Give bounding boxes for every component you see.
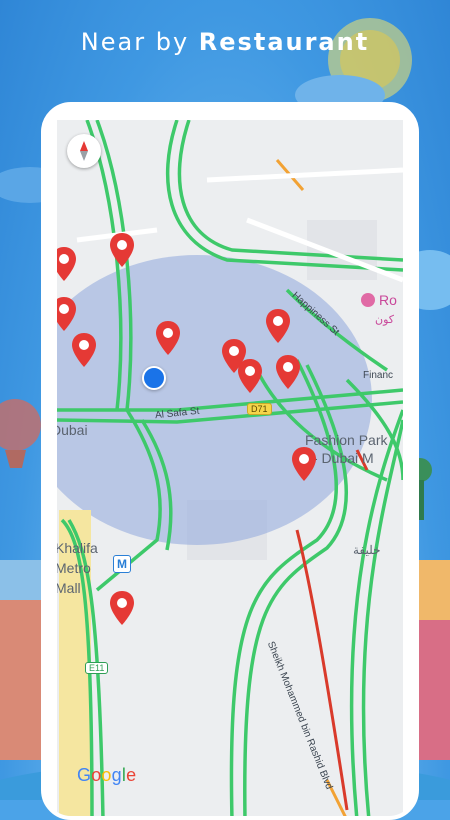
map-pin-icon[interactable] xyxy=(57,246,77,282)
headline: Near by Restaurant xyxy=(0,28,450,56)
map-pin-icon[interactable] xyxy=(155,320,181,356)
google-letter: o xyxy=(101,765,112,785)
map-pin-icon[interactable] xyxy=(109,232,135,268)
map-pin-icon[interactable] xyxy=(291,446,317,482)
compass-button[interactable] xyxy=(67,134,101,168)
map-pin-icon[interactable] xyxy=(237,358,263,394)
shield-e11: E11 xyxy=(85,662,109,674)
map-pin-icon[interactable] xyxy=(57,296,77,332)
phone-frame: Fashion Park - Dubai M Dubai Khalifa Met… xyxy=(41,102,419,820)
google-attribution: Google xyxy=(77,765,136,786)
map-pin-icon[interactable] xyxy=(109,590,135,626)
headline-prefix: Near by xyxy=(80,28,190,56)
label-fashion-park: Fashion Park xyxy=(305,432,388,448)
label-metro: Metro xyxy=(57,560,91,576)
map-pin-icon[interactable] xyxy=(71,332,97,368)
label-mall: Mall xyxy=(57,580,81,596)
compass-icon xyxy=(80,141,88,161)
label-ro: Ro xyxy=(379,292,397,308)
google-letter: e xyxy=(126,765,137,785)
road-financial: Financ xyxy=(363,370,394,381)
map-pin-icon[interactable] xyxy=(265,308,291,344)
label-khalifa: Khalifa xyxy=(57,540,98,556)
google-letter: G xyxy=(77,765,92,785)
map-view[interactable]: Fashion Park - Dubai M Dubai Khalifa Met… xyxy=(57,120,403,816)
hotel-icon[interactable] xyxy=(361,293,375,307)
label-arabic: خليفة xyxy=(353,543,381,557)
label-fashion-park-2: - Dubai M xyxy=(313,450,374,466)
label-dubai: Dubai xyxy=(57,422,88,438)
current-location-dot[interactable] xyxy=(142,366,166,390)
label-arabic-hotel: كون xyxy=(375,314,394,326)
map-pin-icon[interactable] xyxy=(275,354,301,390)
map-roads xyxy=(57,120,403,816)
headline-emphasis: Restaurant xyxy=(198,28,370,56)
metro-station-icon[interactable]: M xyxy=(113,555,131,573)
google-letter: g xyxy=(111,765,122,785)
google-letter: o xyxy=(91,765,102,785)
shield-d71: D71 xyxy=(247,403,272,415)
